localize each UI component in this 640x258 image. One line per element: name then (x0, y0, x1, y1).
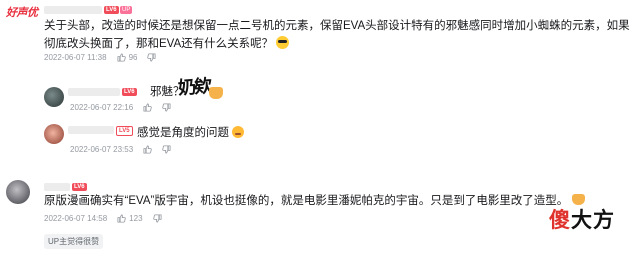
reply-meta: 2022-06-07 22:16 (70, 103, 171, 112)
dislike-button[interactable] (162, 103, 171, 112)
grin-emoji-icon (232, 126, 245, 138)
level-badge: LV6 (72, 183, 87, 191)
dislike-button[interactable] (152, 214, 162, 223)
dislike-button[interactable] (147, 53, 156, 62)
like-count: 123 (129, 214, 143, 223)
avatar-logo: 好声优 (6, 7, 38, 19)
watermark-part1: 傻 (549, 209, 571, 232)
thumbs-down-icon (162, 103, 171, 112)
watermark-part2: 大方 (571, 209, 615, 232)
reply-text: 感觉是角度的问题 (137, 127, 229, 139)
comment-text: 关于头部，改造的时候还是想保留一点二号机的元素，保留EVA头部设计特有的邪魅感同… (44, 20, 630, 50)
username-hidden[interactable] (44, 6, 102, 14)
like-button[interactable] (143, 103, 152, 112)
avatar[interactable]: 好声优 (6, 4, 40, 26)
username-hidden[interactable] (68, 126, 114, 134)
like-button[interactable] (143, 145, 152, 154)
like-button[interactable]: 123 (117, 214, 143, 223)
sticker-text: 奶欸 (177, 75, 211, 100)
thumbs-up-icon (143, 103, 152, 112)
reply-content: 感觉是角度的问题 (137, 124, 245, 142)
level-badge: LV5 (116, 126, 133, 136)
reply-time: 2022-06-07 22:16 (70, 103, 134, 112)
thumbs-up-icon (143, 145, 152, 154)
up-badge: UP (120, 6, 133, 14)
thumbs-up-icon (117, 214, 126, 223)
up-liked-tag: UP主觉得很赞 (44, 234, 104, 249)
username-hidden[interactable] (68, 88, 120, 96)
like-button[interactable]: 96 (117, 53, 138, 62)
dislike-button[interactable] (162, 145, 171, 154)
avatar[interactable] (44, 124, 64, 144)
comment-time: 2022-06-07 11:38 (44, 53, 107, 62)
level-badge: LV6 (104, 6, 119, 14)
reply-time: 2022-06-07 23:53 (70, 145, 134, 154)
thumbs-down-icon (162, 145, 171, 154)
avatar[interactable] (6, 180, 30, 204)
reply-meta: 2022-06-07 23:53 (70, 145, 171, 154)
thumbs-up-icon (117, 53, 126, 62)
like-count: 96 (128, 53, 138, 62)
thumbs-down-icon (152, 214, 162, 223)
comment-content: 原版漫画确实有“EVA”版宇宙，机设也挺像的，就是电影里潘妮帕克的宇宙。只是到了… (44, 192, 585, 210)
cat-emoji-icon (209, 87, 223, 99)
thumbs-down-icon (147, 53, 156, 62)
comment-text: 原版漫画确实有“EVA”版宇宙，机设也挺像的，就是电影里潘妮帕克的宇宙。只是到了… (44, 195, 569, 207)
comment-time: 2022-06-07 14:58 (44, 214, 108, 223)
username-hidden[interactable] (44, 183, 70, 191)
comment-meta: 2022-06-07 14:58 123 (44, 214, 162, 223)
watermark: 傻大方 (549, 204, 615, 234)
level-badge: LV6 (122, 88, 137, 96)
comment-content: 关于头部，改造的时候还是想保留一点二号机的元素，保留EVA头部设计特有的邪魅感同… (44, 17, 634, 53)
sunglasses-emoji-icon (276, 36, 290, 49)
comment-meta: 2022-06-07 11:38 96 (44, 53, 156, 62)
avatar[interactable] (44, 87, 64, 107)
